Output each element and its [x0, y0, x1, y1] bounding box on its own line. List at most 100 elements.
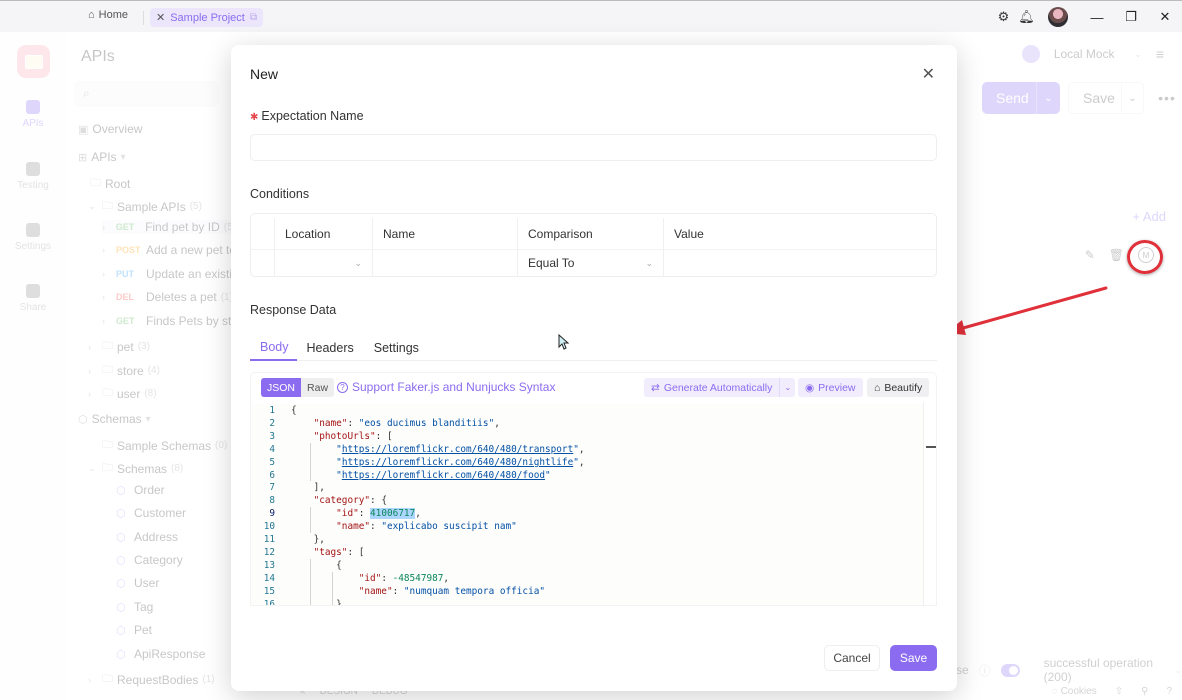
- code-line: 11 },: [251, 533, 923, 546]
- code-text: "photoUrls": [: [313, 430, 393, 442]
- code-line: 7 ],: [251, 481, 923, 494]
- code-text: {: [291, 405, 297, 416]
- indent-guide: [309, 558, 311, 605]
- comparison-select[interactable]: Equal To ⌄: [518, 250, 664, 276]
- comparison-value: Equal To: [528, 256, 575, 270]
- column-header: Comparison: [518, 218, 664, 249]
- code-text: "id": -48547987,: [358, 572, 450, 584]
- beautify-icon: ⌂: [874, 381, 881, 394]
- tab-project-label: Sample Project: [170, 11, 245, 24]
- format-toggle: JSON Raw: [261, 378, 335, 397]
- expectation-name-input[interactable]: [250, 134, 937, 161]
- code-line: 13 {: [251, 559, 923, 572]
- code-line: 10 "name": "explicabo suscipit nam": [251, 520, 923, 533]
- cancel-button[interactable]: Cancel: [824, 645, 880, 671]
- annotation-circle: [1127, 240, 1163, 274]
- preview-button[interactable]: ◉ Preview: [798, 378, 863, 397]
- code-text: }: [291, 598, 342, 606]
- editor-scrollbar[interactable]: [923, 402, 936, 605]
- chevron-down-icon[interactable]: ⌄: [779, 378, 795, 397]
- code-text: "https://loremflickr.com/640/480/food": [336, 469, 551, 481]
- preview-label: Preview: [818, 381, 856, 394]
- line-number: 15: [263, 585, 275, 597]
- tab-headers[interactable]: Headers: [297, 335, 364, 361]
- code-line: 1{: [251, 404, 923, 417]
- tab-separator: [143, 11, 144, 25]
- code-line: 8 "category": {: [251, 494, 923, 507]
- minimize-button[interactable]: —: [1080, 1, 1114, 33]
- line-number: 14: [263, 572, 275, 584]
- drag-handle[interactable]: [251, 250, 275, 276]
- close-icon[interactable]: ✕: [922, 64, 935, 84]
- condition-name-input[interactable]: [373, 250, 518, 276]
- code-text: "tags": [: [313, 546, 365, 558]
- code-text: "https://loremflickr.com/640/480/nightli…: [336, 456, 585, 468]
- title-bar: ⌂ Home ✕ Sample Project ⧉ ⚙ 🔔︎ — ❐ ✕: [0, 0, 1182, 32]
- code-text: "name": "eos ducimus blanditiis",: [313, 417, 500, 429]
- conditions-header-row: Location Name Comparison Value: [251, 218, 936, 249]
- line-number: 1: [269, 405, 275, 416]
- line-number: 6: [269, 469, 275, 481]
- location-select[interactable]: ⌄: [275, 250, 373, 276]
- code-line: 12 "tags": [: [251, 546, 923, 559]
- bell-icon[interactable]: 🔔︎: [1015, 1, 1038, 33]
- help-icon: ?: [337, 381, 348, 393]
- indent-guide: [332, 571, 334, 605]
- save-button[interactable]: Save: [890, 645, 937, 671]
- code-text: "name": "numquam tempora officia": [358, 585, 546, 597]
- modal-title: New: [250, 66, 279, 82]
- indent-guide: [309, 507, 311, 533]
- line-number: 10: [263, 521, 275, 533]
- indent-guide: [309, 442, 311, 482]
- code-line: 16 }: [251, 598, 923, 606]
- beautify-label: Beautify: [884, 381, 923, 394]
- close-tab-icon[interactable]: ✕: [156, 11, 165, 24]
- expectation-name-label: ✱ Expectation Name: [250, 109, 364, 123]
- annotation-arrow: [946, 286, 1108, 335]
- restore-button[interactable]: ❐: [1114, 1, 1148, 33]
- format-json-button[interactable]: JSON: [261, 378, 302, 397]
- tab-body[interactable]: Body: [250, 335, 297, 361]
- drag-column: [251, 218, 275, 249]
- tab-sample-project[interactable]: ✕ Sample Project ⧉: [150, 8, 263, 27]
- mouse-cursor: [558, 334, 570, 350]
- refresh-icon: ⇄: [651, 381, 660, 394]
- line-number: 12: [263, 546, 275, 558]
- line-number: 3: [269, 430, 275, 442]
- beautify-button[interactable]: ⌂ Beautify: [867, 378, 930, 397]
- code-area[interactable]: 1{2 "name": "eos ducimus blanditiis", 3 "…: [251, 404, 923, 606]
- code-line: 6 "https://loremflickr.com/640/480/food": [251, 469, 923, 482]
- condition-value-input[interactable]: [664, 250, 936, 276]
- tab-home[interactable]: ⌂ Home: [88, 9, 128, 21]
- response-tabs: Body Headers Settings: [250, 335, 937, 361]
- response-data-label: Response Data: [250, 303, 337, 317]
- tab-settings[interactable]: Settings: [364, 335, 429, 361]
- line-number: 5: [269, 456, 275, 468]
- eye-icon: ◉: [805, 381, 815, 394]
- expectation-name-label-text: Expectation Name: [261, 109, 364, 123]
- code-line: 4 "https://loremflickr.com/640/480/trans…: [251, 443, 923, 456]
- settings-icon[interactable]: ⚙: [992, 1, 1015, 33]
- code-line: 3 "photoUrls": [: [251, 430, 923, 443]
- format-raw-button[interactable]: Raw: [301, 378, 335, 397]
- new-expectation-modal: New ✕ ✱ Expectation Name Conditions Locat…: [231, 45, 957, 691]
- generate-label: Generate Automatically: [663, 381, 773, 394]
- conditions-label: Conditions: [250, 187, 310, 201]
- code-text: "category": {: [313, 495, 387, 507]
- column-header: Value: [674, 226, 704, 241]
- code-text: "https://loremflickr.com/640/480/transpo…: [336, 443, 585, 455]
- avatar[interactable]: [1048, 7, 1068, 27]
- faker-help-link[interactable]: ? Support Faker.js and Nunjucks Syntax: [337, 380, 555, 394]
- condition-row: ⌄ Equal To ⌄: [251, 249, 936, 276]
- code-text: },: [291, 534, 325, 545]
- column-header: Name: [373, 218, 518, 249]
- json-code-editor[interactable]: 1{2 "name": "eos ducimus blanditiis", 3 "…: [250, 402, 937, 606]
- line-number: 4: [269, 443, 275, 455]
- line-number: 13: [263, 559, 275, 571]
- required-asterisk: ✱: [250, 112, 259, 123]
- external-link-icon[interactable]: ⧉: [250, 12, 257, 23]
- line-number: 7: [269, 482, 275, 494]
- code-line: 14 "id": -48547987,: [251, 572, 923, 585]
- generate-automatically-button[interactable]: ⇄ Generate Automatically ⌄: [644, 378, 796, 397]
- window-close-button[interactable]: ✕: [1148, 1, 1182, 33]
